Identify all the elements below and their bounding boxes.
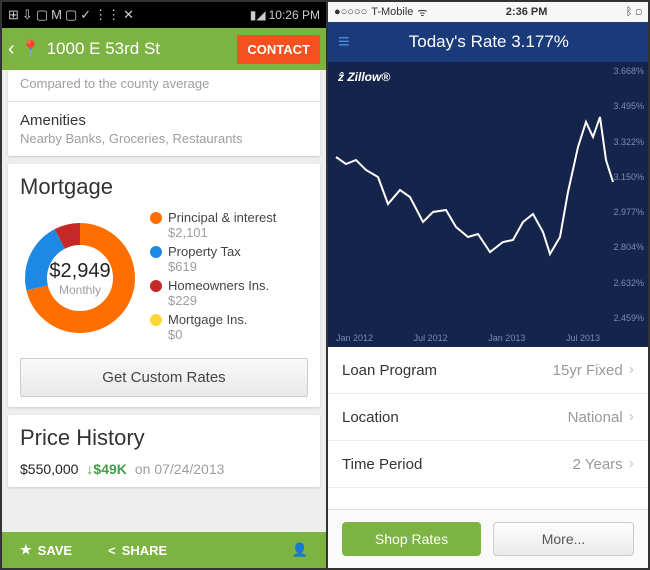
android-status-bar: ⊞ ⇩ ▢ M ▢ ✓ ⋮⋮ ✕ ▮◢ 10:26 PM: [2, 2, 326, 28]
signal-dots-icon: ●○○○○: [334, 6, 367, 18]
status-icon: ✕: [123, 7, 134, 23]
status-time: 2:36 PM: [506, 6, 548, 18]
chevron-right-icon: ›: [629, 408, 634, 426]
compare-text: Compared to the county average: [20, 76, 308, 91]
person-icon: 👤: [292, 542, 308, 558]
save-button[interactable]: ★SAVE: [2, 542, 90, 558]
price-history-date: on 07/24/2013: [135, 461, 225, 477]
legend-dot-icon: [150, 314, 162, 326]
more-button[interactable]: More...: [493, 522, 634, 556]
amenities-title: Amenities: [20, 112, 308, 129]
price-history-card: Price History $550,000 ↓$49K on 07/24/20…: [8, 415, 320, 487]
info-card: Compared to the county average Amenities…: [8, 70, 320, 156]
pin-icon: 📍: [21, 39, 41, 59]
status-icon: ✓: [80, 7, 91, 23]
mortgage-legend: Principal & interest$2,101 Property Tax$…: [150, 210, 308, 346]
ios-phone: ●○○○○ T-Mobile ᯤ 2:36 PM ᛒ ▢ ≡ Today's R…: [328, 2, 648, 568]
star-icon: ★: [20, 542, 32, 558]
menu-icon[interactable]: ≡: [338, 31, 350, 54]
app-header: ≡ Today's Rate 3.177%: [328, 22, 648, 62]
status-icon: M: [51, 7, 62, 23]
get-custom-rates-button[interactable]: Get Custom Rates: [20, 358, 308, 397]
price-history-price: $550,000: [20, 461, 78, 477]
amenities-text: Nearby Banks, Groceries, Restaurants: [20, 131, 308, 146]
app-header: ‹ 📍 1000 E 53rd St CONTACT: [2, 28, 326, 70]
mortgage-total: $2,949: [49, 260, 110, 283]
bottom-action-bar: ★SAVE <SHARE 👤: [2, 532, 326, 568]
share-icon: <: [108, 543, 116, 558]
chart-line: [328, 62, 648, 347]
price-history-title: Price History: [20, 425, 308, 451]
share-button[interactable]: <SHARE: [90, 543, 185, 558]
battery-icon: ▢: [635, 6, 642, 18]
legend-dot-icon: [150, 280, 162, 292]
carrier-label: T-Mobile: [371, 6, 413, 18]
ios-status-bar: ●○○○○ T-Mobile ᯤ 2:36 PM ᛒ ▢: [328, 2, 648, 22]
setting-time-period[interactable]: Time Period 2 Years›: [328, 441, 648, 488]
rate-chart[interactable]: ẑ Zillow® 3.668%3.495%3.322%3.150%2.977%…: [328, 62, 648, 347]
legend-dot-icon: [150, 212, 162, 224]
mortgage-title: Mortgage: [20, 174, 308, 200]
address-title: 1000 E 53rd St: [47, 39, 232, 59]
rate-title: Today's Rate 3.177%: [360, 32, 618, 52]
scroll-content[interactable]: Compared to the county average Amenities…: [2, 70, 326, 532]
status-icon: ▢: [65, 7, 77, 23]
contact-button[interactable]: CONTACT: [237, 35, 320, 64]
signal-icon: ▮◢: [250, 8, 266, 22]
mortgage-card: Mortgage $2,949 Monthly Principal & inte…: [8, 164, 320, 407]
profile-button[interactable]: 👤: [274, 542, 326, 558]
chevron-right-icon: ›: [629, 361, 634, 379]
status-time: 10:26 PM: [269, 8, 320, 22]
status-icon: ⊞: [8, 7, 19, 23]
android-phone: ⊞ ⇩ ▢ M ▢ ✓ ⋮⋮ ✕ ▮◢ 10:26 PM ‹ 📍 1000 E …: [2, 2, 328, 568]
setting-location[interactable]: Location National›: [328, 394, 648, 441]
status-icon: ⋮⋮: [94, 7, 120, 23]
chevron-right-icon: ›: [629, 455, 634, 473]
wifi-icon: ᯤ: [417, 5, 427, 20]
chart-y-axis: 3.668%3.495%3.322%3.150%2.977%2.804%2.63…: [613, 66, 644, 323]
mortgage-period: Monthly: [59, 283, 101, 297]
price-history-delta: ↓$49K: [86, 461, 126, 477]
back-icon[interactable]: ‹: [8, 38, 15, 61]
mortgage-donut-chart: $2,949 Monthly: [20, 218, 140, 338]
settings-list: Loan Program 15yr Fixed› Location Nation…: [328, 347, 648, 488]
shop-rates-button[interactable]: Shop Rates: [342, 522, 481, 556]
status-icon: ▢: [36, 7, 48, 23]
bluetooth-icon: ᛒ: [626, 6, 633, 18]
status-icon: ⇩: [22, 7, 33, 23]
legend-dot-icon: [150, 246, 162, 258]
setting-loan-program[interactable]: Loan Program 15yr Fixed›: [328, 347, 648, 394]
bottom-toolbar: Shop Rates More...: [328, 509, 648, 568]
chart-x-axis: Jan 2012Jul 2012Jan 2013Jul 2013: [336, 333, 600, 343]
